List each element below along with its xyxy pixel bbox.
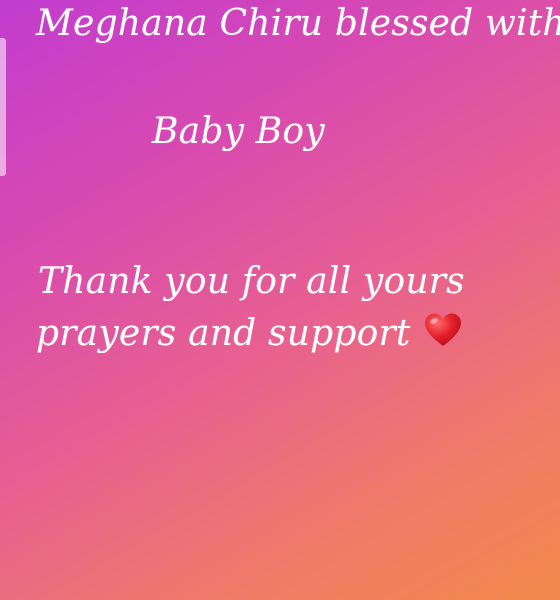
thanks-line-2-container: prayers and support (36, 312, 463, 354)
thanks-line-2: prayers and support (36, 313, 411, 354)
story-side-handle (0, 38, 6, 176)
red-heart-icon (423, 312, 463, 348)
announcement-line-1: Meghana Chiru blessed with (36, 3, 560, 44)
thanks-line-1: Thank you for all yours (38, 261, 465, 302)
announcement-line-2: Baby Boy (152, 111, 325, 152)
